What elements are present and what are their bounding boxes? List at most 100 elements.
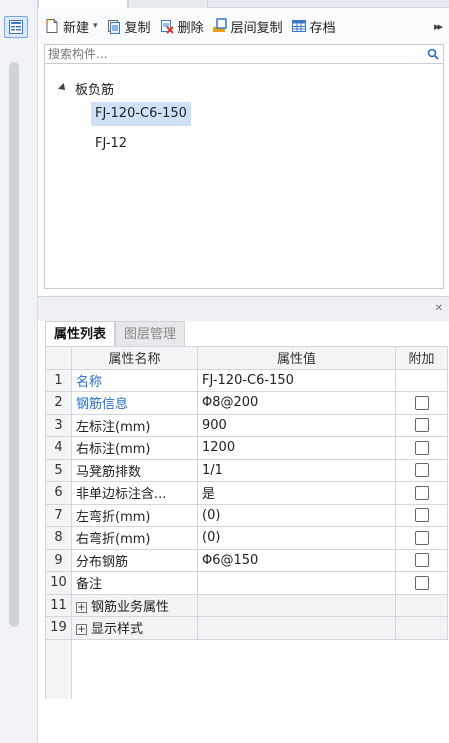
tab-property-list[interactable]: 属性列表 [45, 321, 116, 346]
property-name: 右标注(mm) [71, 436, 198, 460]
group-label: 显示样式 [91, 622, 144, 638]
close-icon[interactable]: ✕ [435, 303, 443, 314]
panel-icon [9, 20, 23, 34]
delete-button[interactable]: 删除 [159, 14, 204, 38]
extra-cell [395, 481, 448, 505]
copy-icon [107, 20, 120, 34]
property-row[interactable]: 1 名称 FJ-120-C6-150 [45, 368, 448, 392]
row-index: 2 [45, 391, 72, 415]
component-tree: 板负筋 FJ-120-C6-150 FJ-12 [44, 64, 444, 289]
component-list-toggle-button[interactable] [4, 16, 28, 38]
property-value[interactable]: (0) [197, 503, 396, 527]
group-label: 钢筋业务属性 [91, 599, 170, 615]
top-tab-2[interactable] [128, 0, 208, 8]
more-icon[interactable]: ▸▸ [434, 20, 443, 33]
delete-icon [160, 20, 174, 34]
tree-item[interactable]: FJ-12 [91, 132, 131, 156]
property-row[interactable]: 9 分布钢筋 Φ6@150 [45, 548, 448, 572]
property-grid-header: 属性名称 属性值 附加 [45, 346, 448, 370]
property-row[interactable]: 5 马凳筋排数 1/1 [45, 458, 448, 482]
row-index: 7 [45, 503, 72, 527]
floor-copy-button-label: 层间复制 [230, 20, 283, 36]
extra-checkbox[interactable] [414, 508, 429, 523]
top-tab-1[interactable] [38, 0, 128, 8]
row-index: 6 [45, 481, 72, 505]
extra-cell [395, 593, 448, 617]
row-index: 10 [45, 571, 72, 595]
property-row[interactable]: 10 备注 [45, 571, 448, 595]
new-file-icon [45, 18, 58, 33]
extra-checkbox[interactable] [414, 530, 429, 545]
property-name: 分布钢筋 [71, 548, 198, 572]
property-row[interactable]: 2 钢筋信息 Φ8@200 [45, 391, 448, 415]
search-icon[interactable] [427, 48, 439, 60]
extra-checkbox[interactable] [414, 463, 429, 478]
extra-checkbox[interactable] [414, 440, 429, 455]
property-grid: 属性名称 属性值 附加 1 名称 FJ-120-C6-150 2 钢筋信息 Φ8@200 3… [45, 346, 448, 699]
extra-cell [395, 391, 448, 415]
property-name: 左弯折(mm) [71, 503, 198, 527]
expand-plus-icon[interactable]: + [76, 601, 87, 613]
row-index-filler [45, 639, 72, 699]
property-value[interactable]: 1200 [197, 436, 396, 460]
delete-button-label: 删除 [177, 20, 204, 36]
extra-cell [395, 616, 448, 640]
header-property-name: 属性名称 [71, 346, 198, 370]
property-group-row[interactable]: 11 + 钢筋业务属性 [45, 593, 448, 617]
save-button[interactable]: 存档 [291, 14, 336, 38]
properties-panel: ✕ 属性列表 图层管理 属性名称 属性值 附加 1名称FJ-120-C6-1 [38, 296, 449, 743]
property-row[interactable]: 7 左弯折(mm) (0) [45, 503, 448, 527]
property-row[interactable]: 4 右标注(mm) 1200 [45, 436, 448, 460]
property-value[interactable]: 900 [197, 413, 396, 437]
header-property-value: 属性值 [197, 346, 396, 370]
property-name: 马凳筋排数 [71, 458, 198, 482]
row-index: 4 [45, 436, 72, 460]
filler-cell [71, 639, 448, 699]
header-extra: 附加 [395, 346, 448, 370]
tab-layer-management[interactable]: 图层管理 [115, 321, 186, 346]
tree-node-root[interactable]: 板负筋 [58, 78, 115, 98]
header-index [45, 346, 72, 370]
property-group-row[interactable]: 19 + 显示样式 [45, 616, 448, 640]
extra-checkbox[interactable] [414, 575, 429, 590]
expand-triangle-icon[interactable] [58, 83, 68, 93]
property-value[interactable]: 1/1 [197, 458, 396, 482]
property-value[interactable]: Φ8@200 [197, 391, 396, 415]
floor-copy-button[interactable]: 层间复制 [212, 14, 283, 38]
save-button-label: 存档 [309, 20, 336, 36]
empty-filler-row [45, 639, 448, 699]
expand-plus-icon[interactable]: + [76, 624, 87, 636]
property-value[interactable]: 是 [197, 481, 396, 505]
extra-checkbox[interactable] [414, 418, 429, 433]
search-input[interactable] [45, 45, 415, 63]
extra-cell [395, 436, 448, 460]
property-value[interactable]: FJ-120-C6-150 [197, 368, 396, 392]
property-row[interactable]: 3 左标注(mm) 900 [45, 413, 448, 437]
extra-cell [395, 571, 448, 595]
extra-checkbox[interactable] [414, 553, 429, 568]
property-value [197, 593, 396, 617]
row-index: 11 [45, 593, 72, 617]
tree-item-selected[interactable]: FJ-120-C6-150 [91, 102, 191, 126]
row-index: 5 [45, 458, 72, 482]
toolbar: 新建 ▾ 复制 删除 层间复制 存档 ▸▸ [38, 8, 449, 44]
property-value[interactable]: (0) [197, 526, 396, 550]
chevron-down-icon[interactable]: ▾ [93, 21, 98, 31]
property-group-name[interactable]: + 显示样式 [71, 616, 198, 640]
property-value[interactable]: Φ6@150 [197, 548, 396, 572]
tree-root-label: 板负筋 [75, 82, 115, 98]
vertical-scrollbar[interactable] [9, 62, 19, 627]
property-name: 右弯折(mm) [71, 526, 198, 550]
extra-checkbox[interactable] [414, 485, 429, 500]
new-button[interactable]: 新建 ▾ [44, 14, 98, 38]
property-row[interactable]: 6 非单边标注含... 是 [45, 481, 448, 505]
property-row[interactable]: 8 右弯折(mm) (0) [45, 526, 448, 550]
row-index: 9 [45, 548, 72, 572]
property-value[interactable] [197, 571, 396, 595]
top-tab-strip [38, 0, 449, 8]
new-button-label: 新建 [63, 20, 90, 36]
floor-copy-icon [212, 18, 227, 32]
extra-checkbox[interactable] [414, 395, 429, 410]
copy-button[interactable]: 复制 [106, 14, 151, 38]
property-group-name[interactable]: + 钢筋业务属性 [71, 593, 198, 617]
